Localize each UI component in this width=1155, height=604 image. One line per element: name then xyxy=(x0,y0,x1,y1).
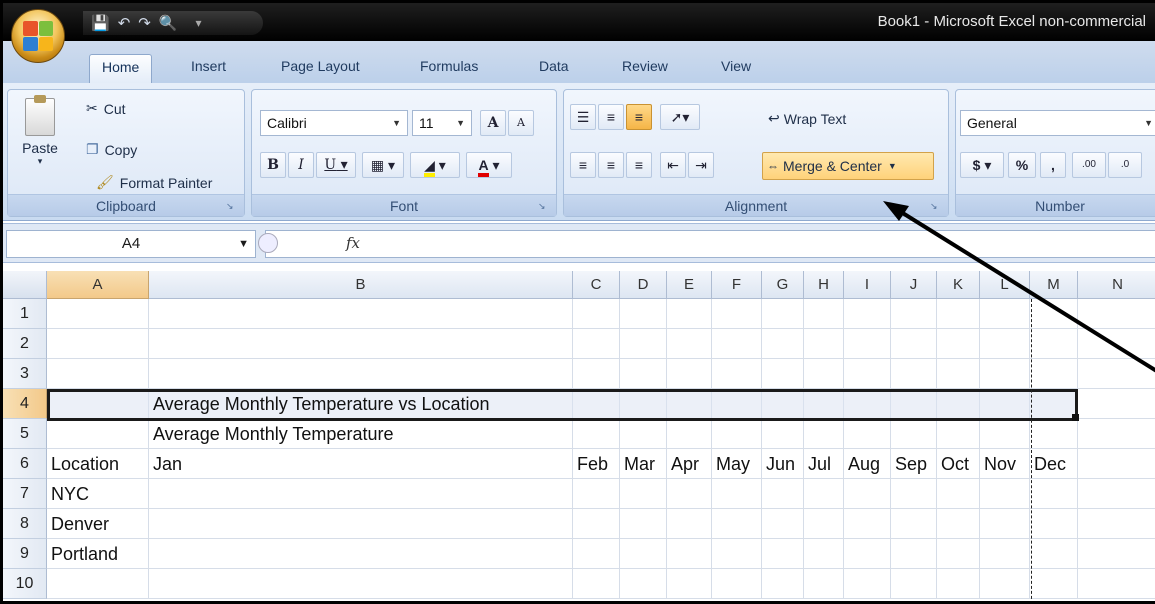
office-button[interactable] xyxy=(11,9,65,63)
excel-window: 💾 ↶ ↷ 🔍 ▾ Book1 - Microsoft Excel non-co… xyxy=(0,0,1155,604)
arrow-head xyxy=(883,201,909,221)
arrow-shaft xyxy=(891,205,1155,373)
office-logo-icon xyxy=(23,21,53,51)
annotation-arrow xyxy=(883,201,1155,373)
